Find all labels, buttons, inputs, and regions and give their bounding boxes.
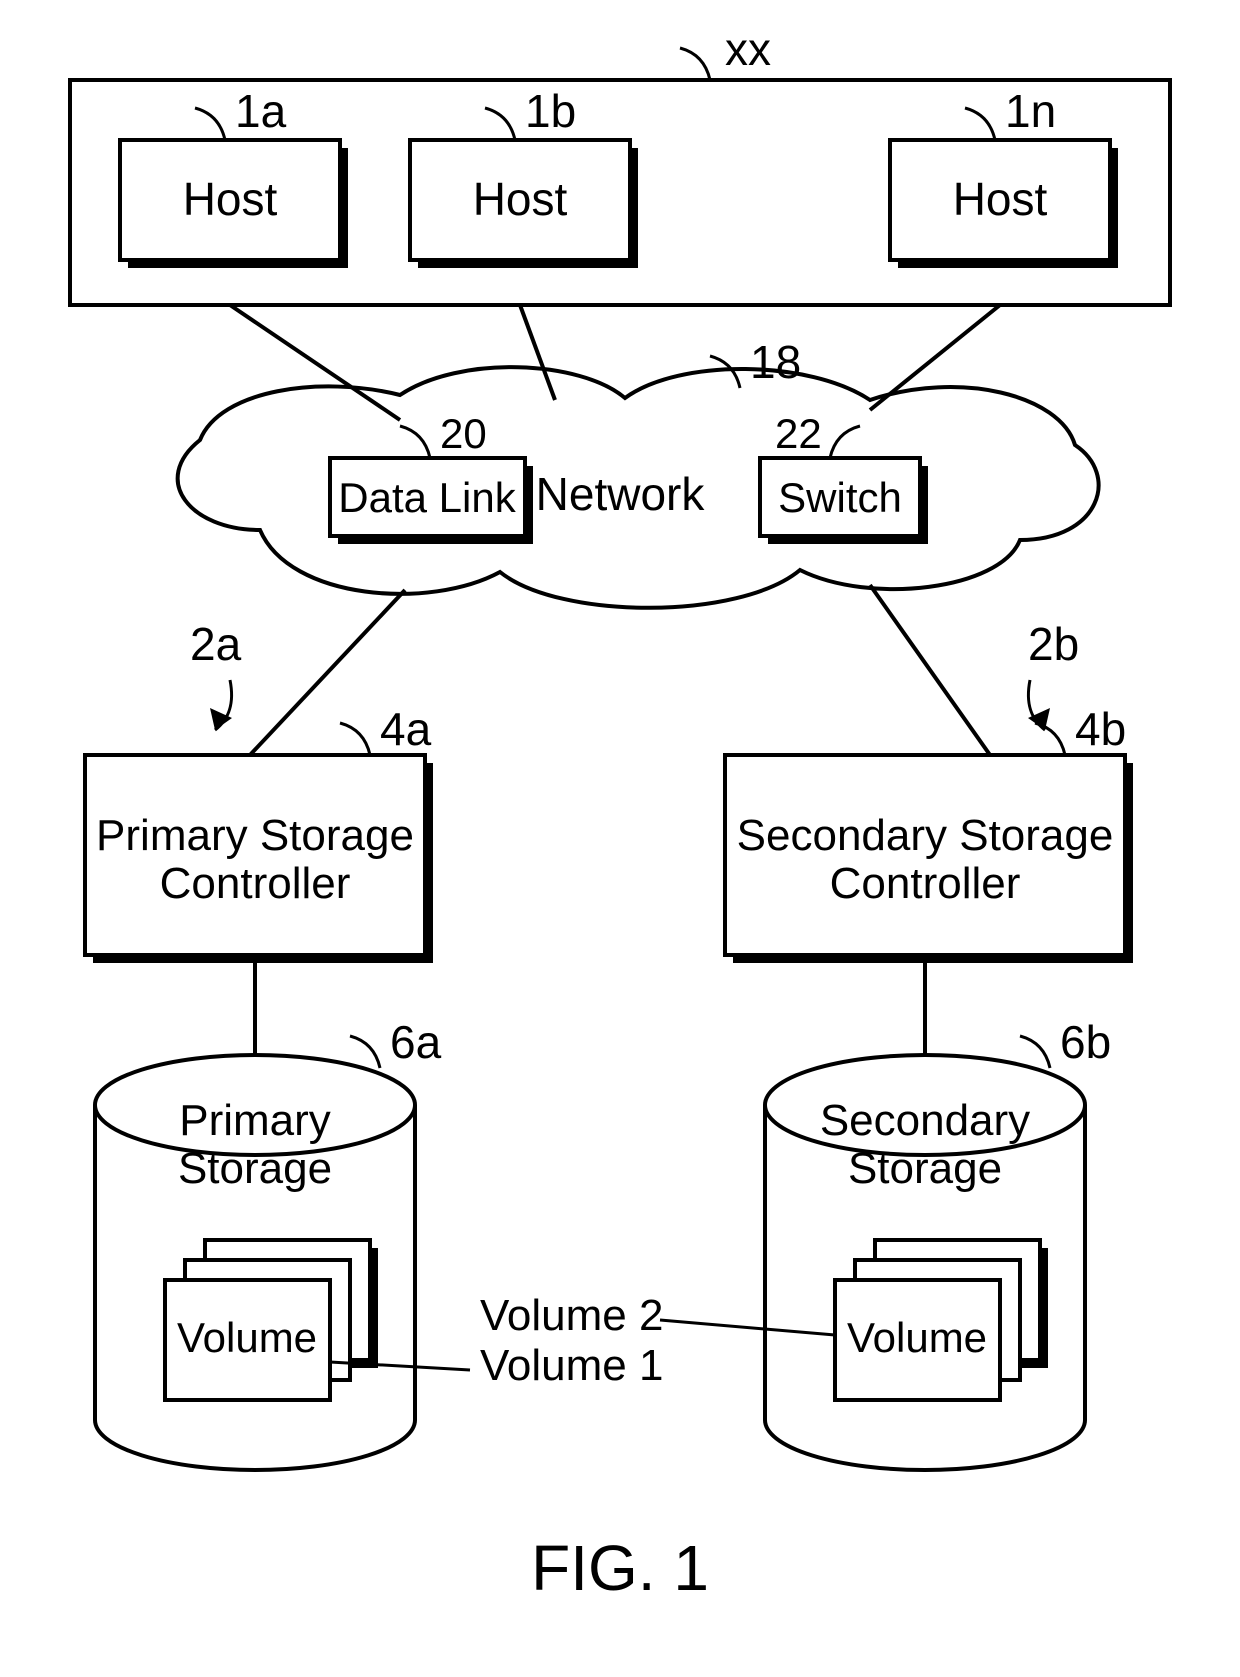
host-ref: 1a: [235, 85, 287, 137]
host-1a-to-network-line: [230, 305, 400, 420]
primary-storage-label-2: Storage: [178, 1144, 332, 1193]
host-1b-to-network-line: [520, 305, 555, 400]
datalink-box: Data Link 20: [330, 410, 533, 544]
path-2a-label: 2a: [190, 618, 242, 730]
switch-box: Switch 22: [760, 410, 928, 544]
host-ref: 1n: [1005, 85, 1056, 137]
primary-controller-label-2: Controller: [160, 859, 351, 908]
path-2b-label: 2b: [1028, 618, 1079, 730]
volume-2-callout: Volume 2: [480, 1291, 663, 1340]
primary-controller-label-1: Primary Storage: [96, 811, 414, 860]
secondary-controller-ref: 4b: [1075, 703, 1126, 755]
hosts-container-ref: xx: [725, 23, 771, 75]
primary-storage-ref: 6a: [390, 1016, 442, 1068]
secondary-controller-label-2: Controller: [830, 859, 1021, 908]
network-to-secondary-line: [870, 585, 990, 755]
svg-text:2a: 2a: [190, 618, 242, 670]
network-cloud: 18 Network: [178, 336, 1099, 608]
datalink-label: Data Link: [338, 474, 516, 521]
host-label: Host: [183, 173, 278, 225]
primary-storage-label-1: Primary: [179, 1096, 331, 1145]
datalink-ref: 20: [440, 410, 487, 457]
volume-1-callout: Volume 1: [480, 1341, 663, 1390]
secondary-storage-ref: 6b: [1060, 1016, 1111, 1068]
network-label: Network: [536, 468, 706, 520]
secondary-controller-label-1: Secondary Storage: [737, 811, 1114, 860]
host-label: Host: [473, 173, 568, 225]
primary-volume-label: Volume: [177, 1314, 317, 1361]
host-ref: 1b: [525, 85, 576, 137]
switch-ref: 22: [775, 410, 822, 457]
figure-label: FIG. 1: [531, 1532, 709, 1604]
primary-controller-ref: 4a: [380, 703, 432, 755]
host-1n-to-network-line: [870, 305, 1000, 410]
host-label: Host: [953, 173, 1048, 225]
secondary-volume-stack: Volume: [835, 1240, 1048, 1400]
secondary-controller-box: Secondary Storage Controller 4b: [725, 703, 1133, 963]
switch-label: Switch: [778, 474, 902, 521]
network-ref: 18: [750, 336, 801, 388]
secondary-volume-label: Volume: [847, 1314, 987, 1361]
primary-volume-stack: Volume: [165, 1240, 378, 1400]
secondary-storage-label-1: Secondary: [820, 1096, 1030, 1145]
primary-controller-box: Primary Storage Controller 4a: [85, 703, 433, 963]
secondary-storage-label-2: Storage: [848, 1144, 1002, 1193]
volume-2-leader: [660, 1320, 835, 1335]
svg-text:2b: 2b: [1028, 618, 1079, 670]
